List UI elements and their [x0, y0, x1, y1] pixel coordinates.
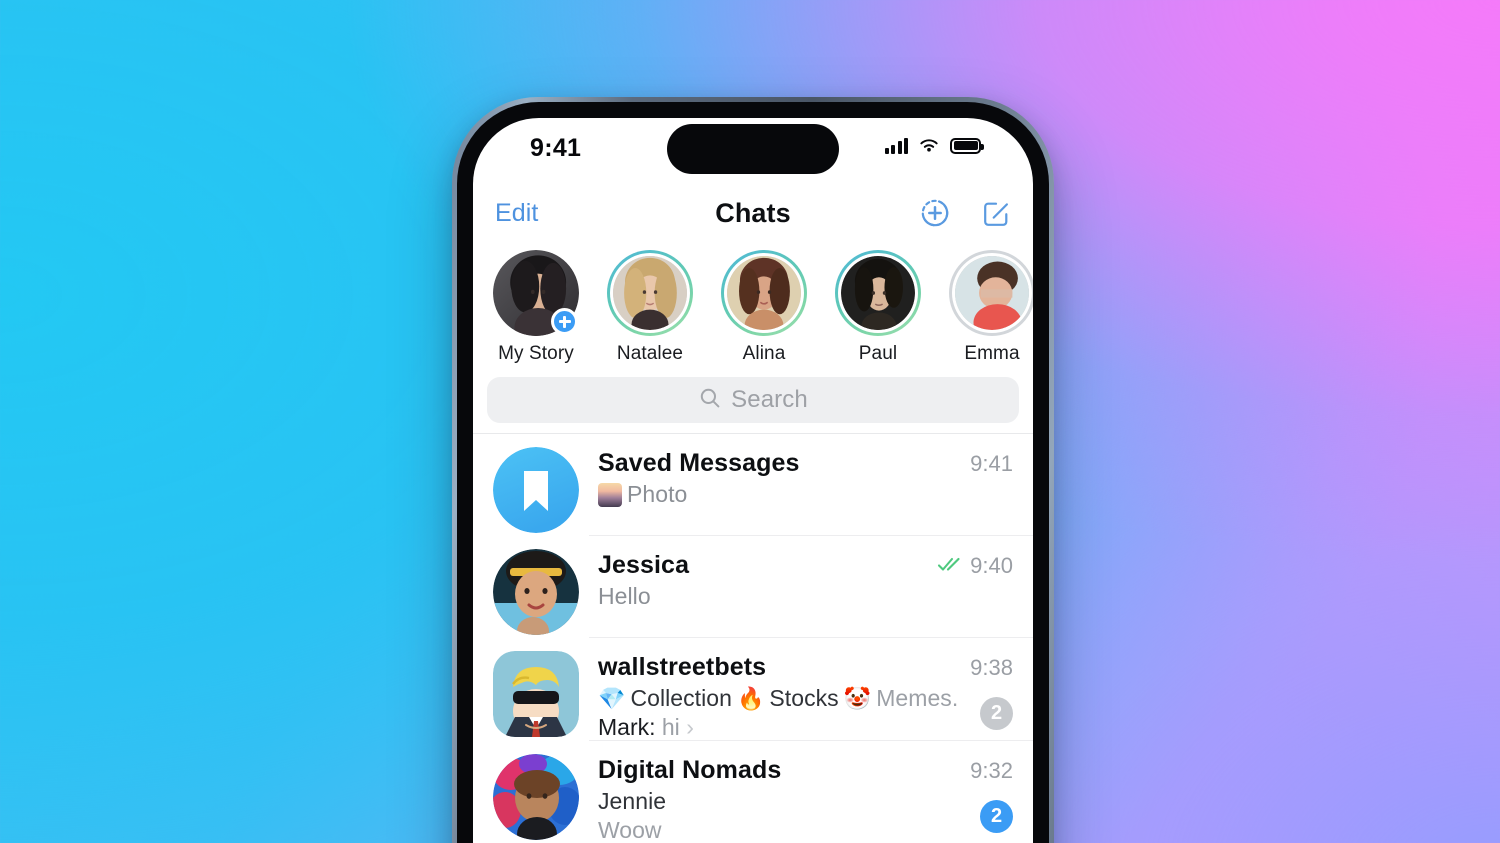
- status-bar: 9:41: [473, 118, 1033, 182]
- chat-title: Jessica: [598, 551, 690, 579]
- chat-time: 9:38: [970, 655, 1013, 680]
- wifi-icon: [918, 137, 940, 154]
- magnifier-icon: [698, 386, 722, 415]
- edit-button[interactable]: Edit: [495, 199, 538, 228]
- chat-title: Saved Messages: [598, 449, 800, 477]
- story-name: Alina: [742, 343, 786, 364]
- story-name: Emma: [964, 343, 1020, 364]
- story-name: My Story: [498, 343, 574, 364]
- chevron-right-icon: ›: [686, 714, 694, 740]
- story-item[interactable]: Emma: [935, 250, 1033, 365]
- story-ring: [493, 250, 579, 336]
- story-item[interactable]: My Story: [479, 250, 593, 365]
- battery-full-icon: [950, 137, 984, 154]
- fire-emoji-icon: 🔥: [736, 685, 765, 711]
- clown-emoji-icon: 🤡: [843, 685, 872, 711]
- story-name: Natalee: [616, 343, 684, 364]
- message-sender: Jennie: [598, 788, 667, 814]
- unread-badge: 2: [980, 800, 1013, 833]
- chat-subtitle-text: Photo: [627, 481, 688, 507]
- search-placeholder: Search: [731, 386, 808, 413]
- story-ring: [949, 250, 1033, 336]
- chat-text-block: Saved Messages Photo: [598, 447, 960, 508]
- circle-plus-dashed-icon[interactable]: [919, 197, 951, 229]
- iphone-device-mockup: 9:41 Edit Chats My Story Natalee Alina P…: [452, 97, 1054, 843]
- avatar: [727, 256, 801, 330]
- message-text: Woow: [598, 817, 662, 843]
- avatar: [841, 256, 915, 330]
- avatar: [493, 651, 579, 737]
- chat-subtitle: Hello: [598, 583, 927, 610]
- chat-list-item[interactable]: Saved Messages Photo 9:41: [473, 434, 1033, 536]
- search-input[interactable]: Search: [487, 377, 1019, 423]
- chat-topic-label: Collection: [630, 685, 732, 711]
- nav-actions: [919, 197, 1013, 229]
- message-sender: Mark:: [598, 714, 656, 740]
- chat-time: 9:40: [970, 553, 1013, 578]
- chat-list-item[interactable]: Digital Nomads Jennie Woow 9:32 2: [473, 741, 1033, 843]
- avatar: [493, 549, 579, 635]
- story-ring: [607, 250, 693, 336]
- chat-meta: 9:40: [937, 549, 1013, 579]
- chat-last-message: Mark: hi ›: [598, 714, 960, 741]
- navigation-bar: Edit Chats: [473, 182, 1033, 244]
- chat-time: 9:32: [970, 758, 1013, 783]
- message-text: hi: [661, 714, 680, 740]
- unread-badge: 2: [980, 697, 1013, 730]
- avatar: [493, 447, 579, 533]
- double-check-read-icon: [937, 556, 963, 577]
- chat-subtitle-text: Hello: [598, 583, 651, 609]
- story-item[interactable]: Paul: [821, 250, 935, 365]
- story-ring: [835, 250, 921, 336]
- stories-row[interactable]: My Story Natalee Alina Paul Emma: [473, 244, 1033, 373]
- chat-topic-label: Stocks: [769, 685, 839, 711]
- story-item[interactable]: Alina: [707, 250, 821, 365]
- chat-list-item[interactable]: wallstreetbets 💎 Collection 🔥 Stocks 🤡 M…: [473, 638, 1033, 741]
- story-item[interactable]: Natalee: [593, 250, 707, 365]
- chat-last-message: Woow: [598, 817, 960, 843]
- story-ring: [721, 250, 807, 336]
- cellular-bars-icon: [884, 137, 908, 154]
- chat-topic-label: Memes...: [876, 685, 960, 711]
- chat-title: wallstreetbets: [598, 653, 767, 681]
- chat-subtitle: 💎 Collection 🔥 Stocks 🤡 Memes...: [598, 685, 960, 712]
- story-name: Paul: [858, 343, 898, 364]
- avatar: [613, 256, 687, 330]
- phone-screen: 9:41 Edit Chats My Story Natalee Alina P…: [473, 118, 1033, 843]
- chat-title: Digital Nomads: [598, 756, 782, 784]
- chat-meta: 9:38 2: [970, 651, 1013, 730]
- chat-meta: 9:32 2: [970, 754, 1013, 833]
- chat-list-item[interactable]: Jessica Hello 9:40: [473, 536, 1033, 638]
- status-indicators: [884, 137, 984, 154]
- phone-bezel: 9:41 Edit Chats My Story Natalee Alina P…: [457, 102, 1049, 843]
- chat-text-block: Digital Nomads Jennie Woow: [598, 754, 960, 843]
- chat-text-block: wallstreetbets 💎 Collection 🔥 Stocks 🤡 M…: [598, 651, 960, 741]
- gem-emoji-icon: 💎: [598, 685, 626, 711]
- compose-pencil-square-icon[interactable]: [981, 197, 1013, 229]
- status-time: 9:41: [530, 134, 582, 162]
- chat-time: 9:41: [970, 451, 1013, 476]
- avatar: [955, 256, 1029, 330]
- add-story-badge-icon[interactable]: [551, 308, 578, 335]
- chat-list: Saved Messages Photo 9:41 Jessica Hello …: [473, 433, 1033, 843]
- chat-subtitle: Jennie: [598, 788, 960, 815]
- search-container: Search: [473, 373, 1033, 433]
- chat-text-block: Jessica Hello: [598, 549, 927, 610]
- dynamic-island: [667, 124, 839, 174]
- chat-meta: 9:41: [970, 447, 1013, 477]
- avatar: [493, 754, 579, 840]
- chat-subtitle: Photo: [598, 481, 960, 508]
- photo-thumbnail-icon: [598, 482, 622, 507]
